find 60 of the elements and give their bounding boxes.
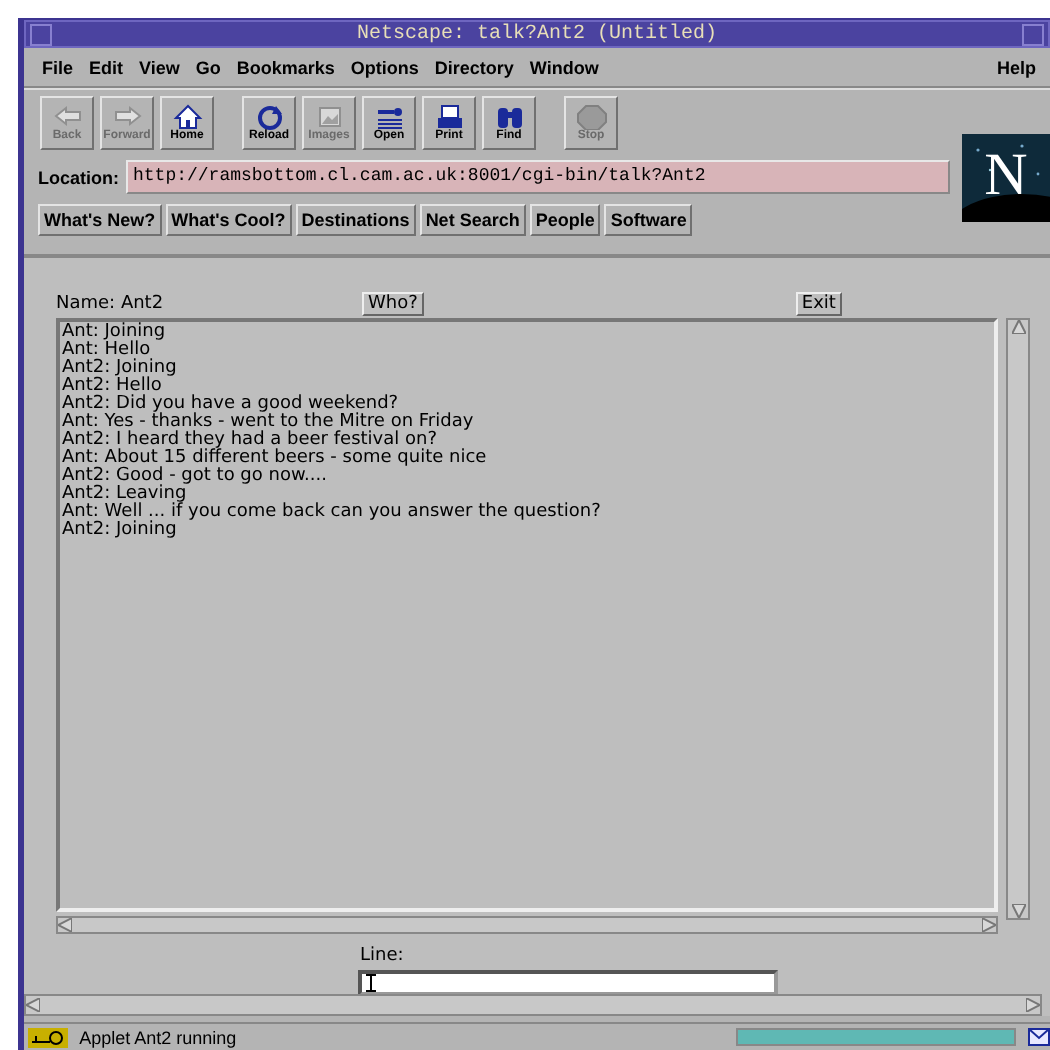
chat-message: Ant: Yes - thanks - went to the Mitre on Friday xyxy=(62,414,476,432)
exit-button[interactable]: Exit xyxy=(795,292,842,316)
location-field[interactable]: http://ramsbottom.cl.cam.ac.uk:8001/cgi-bin/talk?Ant2 xyxy=(125,160,949,194)
stop-icon xyxy=(575,104,607,130)
right-arrow-icon xyxy=(111,104,143,130)
directory-button[interactable]: What's New? xyxy=(38,204,162,236)
chat-message: Ant: Joining xyxy=(62,324,168,342)
scroll-right-icon[interactable] xyxy=(982,918,996,932)
menu-item[interactable]: Edit xyxy=(87,57,138,77)
left-arrow-icon xyxy=(51,104,83,130)
binoculars-icon xyxy=(493,104,525,130)
chat-message: Ant: Hello xyxy=(62,342,151,360)
chat-message: Ant2: Joining xyxy=(62,522,179,540)
printer-icon xyxy=(433,104,465,130)
window-title: Netscape: talk?Ant2 (Untitled) xyxy=(354,23,720,45)
chat-message: Ant2: Joining xyxy=(62,360,179,378)
image-icon xyxy=(313,104,345,130)
chat-message: Ant2: Hello xyxy=(62,378,164,396)
maximize-icon[interactable] xyxy=(1022,23,1044,45)
horizontal-scrollbar[interactable] xyxy=(24,994,1042,1016)
vertical-scrollbar[interactable] xyxy=(1006,318,1030,920)
line-label: Line: xyxy=(360,946,406,966)
horizontal-scrollbar[interactable] xyxy=(56,916,998,934)
who-button[interactable]: Who? xyxy=(362,292,424,316)
menu-item[interactable]: Options xyxy=(348,57,433,77)
menu-item[interactable]: Go xyxy=(193,57,235,77)
scroll-left-icon[interactable] xyxy=(26,998,40,1012)
house-icon xyxy=(171,104,203,130)
menu-item[interactable]: View xyxy=(137,57,194,77)
directory-button[interactable]: People xyxy=(529,204,601,236)
chat-message: Ant: About 15 different beers - some quite nice xyxy=(62,450,489,468)
directory-button[interactable]: Destinations xyxy=(295,204,416,236)
reload-icon xyxy=(253,104,285,130)
scroll-left-icon[interactable] xyxy=(58,918,72,932)
status-text: Applet Ant2 running xyxy=(79,1027,239,1047)
directory-button[interactable]: Net Search xyxy=(419,204,526,236)
location-label: Location: xyxy=(38,167,119,187)
chat-message: Ant: Well ... if you come back can you answer the question? xyxy=(62,504,603,522)
directory-button[interactable]: What's Cool? xyxy=(165,204,292,236)
chat-message: Ant2: Leaving xyxy=(62,486,189,504)
menu-item[interactable]: Bookmarks xyxy=(234,57,349,77)
menu-item[interactable]: Directory xyxy=(432,57,528,77)
directory-button[interactable]: Software xyxy=(604,204,693,236)
netscape-logo[interactable]: N xyxy=(962,134,1050,222)
open-icon xyxy=(373,104,405,130)
name-label: Name: Ant2 xyxy=(56,294,166,314)
scroll-down-icon[interactable] xyxy=(1011,904,1025,918)
menu-item[interactable]: Window xyxy=(527,57,613,77)
window-menu-icon[interactable] xyxy=(30,23,52,45)
security-key-icon[interactable] xyxy=(28,1027,68,1047)
text-cursor-icon xyxy=(366,974,376,992)
mail-icon[interactable] xyxy=(1028,1028,1050,1046)
line-input[interactable] xyxy=(358,970,778,994)
chat-message: Ant2: I heard they had a beer festival on? xyxy=(62,432,437,450)
menu-item[interactable]: Help xyxy=(994,57,1050,77)
chat-message: Ant2: Did you have a good weekend? xyxy=(62,396,401,414)
scroll-up-icon[interactable] xyxy=(1011,320,1025,334)
menu-item[interactable]: File xyxy=(40,57,88,77)
chat-message: Ant2: Good - got to go now.... xyxy=(62,468,329,486)
scroll-right-icon[interactable] xyxy=(1026,998,1040,1012)
